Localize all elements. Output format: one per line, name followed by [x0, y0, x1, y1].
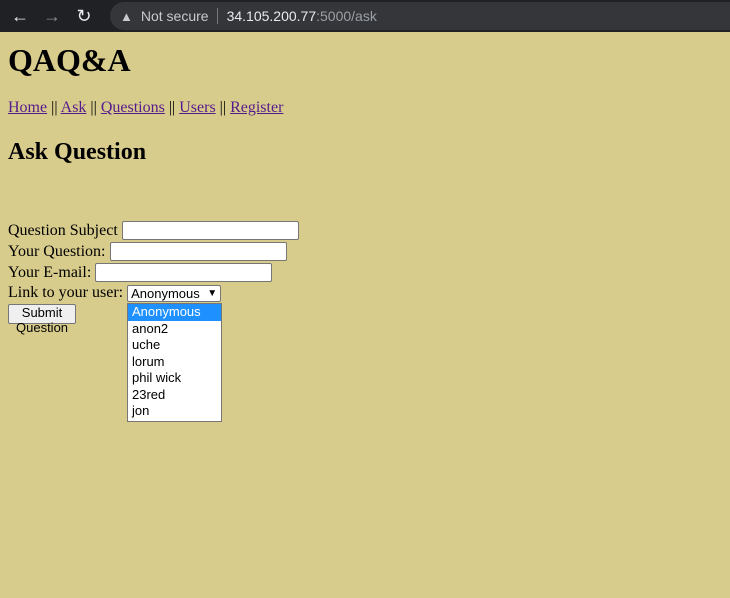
user-select-value: Anonymous [131, 285, 200, 301]
url-path: :5000/ask [316, 8, 377, 24]
user-option[interactable]: phil wick [128, 370, 221, 387]
warning-triangle-icon: ▲ [120, 8, 133, 24]
chevron-down-icon: ▼ [207, 287, 218, 299]
nav-separator: || [90, 99, 97, 116]
user-dropdown-list: Anonymous anon2 uche lorum phil wick 23r… [127, 303, 222, 422]
user-option[interactable]: Anonymous [128, 304, 221, 321]
nav-separator: || [168, 99, 176, 116]
subject-input[interactable] [121, 221, 299, 240]
nav-link-home[interactable]: Home [8, 99, 47, 116]
address-divider [216, 8, 218, 24]
user-option[interactable]: jon [128, 403, 221, 420]
question-row: Your Question: [8, 242, 287, 261]
email-row: Your E-mail: [8, 263, 273, 282]
email-label: Your E-mail: [8, 263, 92, 281]
browser-toolbar: ← → ↻ ▲ Not secure 34.105.200.77:5000/as… [0, 0, 730, 32]
email-input[interactable] [95, 263, 273, 282]
submit-question-button[interactable]: Submit Question [8, 304, 77, 335]
nav-link-questions[interactable]: Questions [101, 99, 165, 116]
security-label[interactable]: Not secure [141, 8, 209, 24]
user-label: Link to your user: [8, 284, 124, 301]
nav-link-ask[interactable]: Ask [61, 99, 87, 116]
nav-link-users[interactable]: Users [179, 99, 215, 116]
question-label: Your Question: [8, 242, 106, 260]
question-input[interactable] [109, 242, 287, 261]
forward-arrow-icon[interactable]: → [40, 4, 64, 28]
user-option[interactable]: uche [128, 337, 221, 354]
nav-separator: || [219, 99, 227, 116]
user-option[interactable]: 23red [128, 387, 221, 404]
reload-icon[interactable]: ↻ [72, 4, 96, 28]
nav-bar: Home || Ask || Questions || Users || Reg… [8, 99, 283, 117]
user-select[interactable]: Anonymous ▼ [127, 284, 222, 302]
nav-link-register[interactable]: Register [230, 99, 283, 116]
subject-row: Question Subject [8, 221, 299, 240]
subject-label: Question Subject [8, 221, 118, 239]
user-option[interactable]: anon2 [128, 321, 221, 338]
address-bar[interactable]: ▲ Not secure 34.105.200.77:5000/ask [110, 2, 730, 30]
user-option[interactable]: lorum [128, 354, 221, 371]
site-title: QAQ&A [8, 42, 131, 78]
user-row: Link to your user: Anonymous ▼ [8, 284, 222, 302]
back-arrow-icon[interactable]: ← [8, 4, 32, 28]
nav-separator: || [51, 99, 58, 116]
url-host: 34.105.200.77 [226, 8, 317, 24]
page-title: Ask Question [8, 139, 147, 165]
